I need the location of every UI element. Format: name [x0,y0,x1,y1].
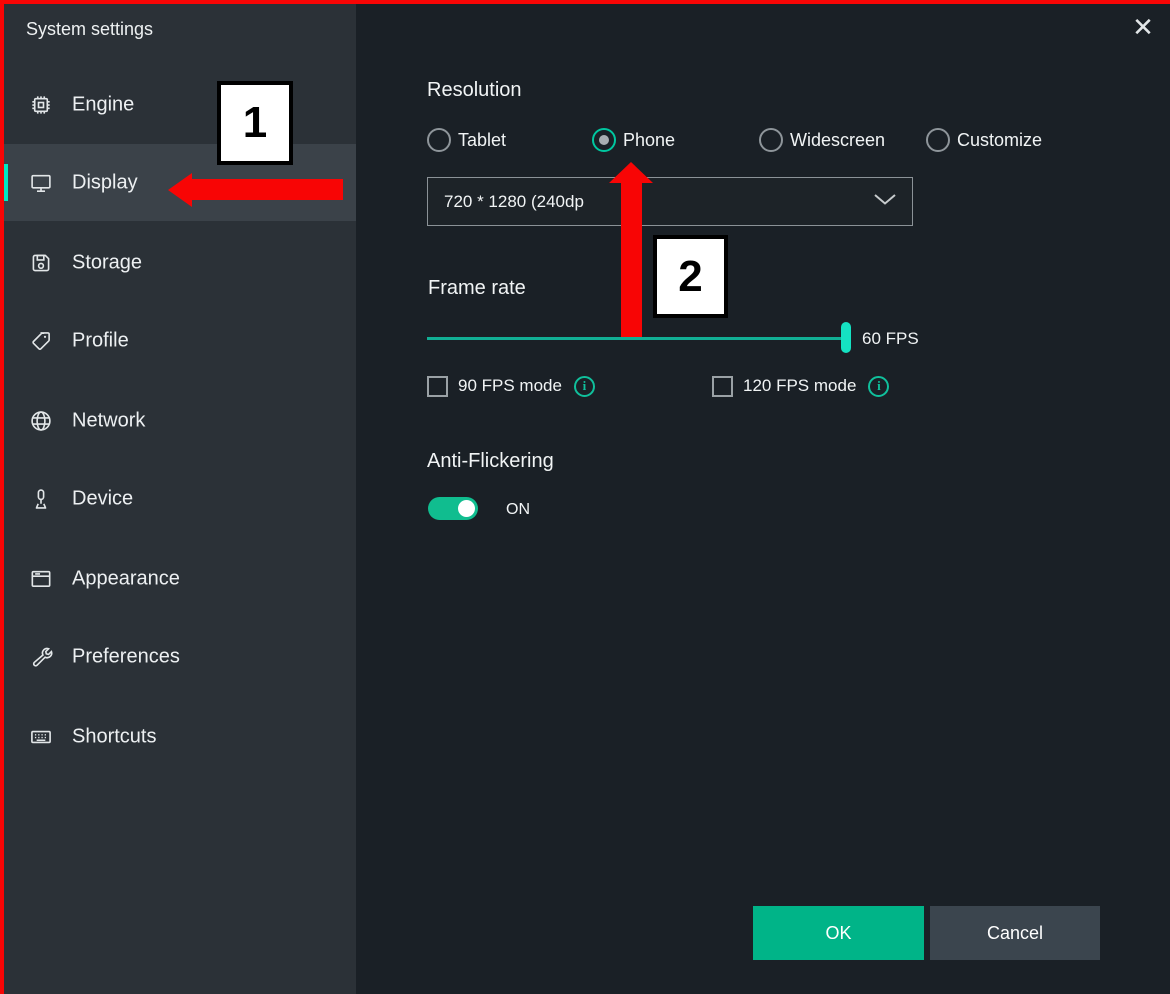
sidebar-item-label: Appearance [72,567,180,590]
radio-circle [427,128,451,152]
keyboard-icon [28,724,54,750]
anti-flickering-state: ON [506,501,530,519]
fps-120-row: 120 FPS mode i [712,375,889,397]
monitor-icon [28,170,54,196]
sidebar-item-label: Shortcuts [72,725,156,748]
fps-90-label: 90 FPS mode [458,376,562,396]
sidebar-item-appearance[interactable]: Appearance [0,540,356,617]
tag-icon [28,328,54,354]
window-icon [28,566,54,592]
sidebar-item-label: Device [72,487,133,510]
radio-option-customize[interactable]: Customize [926,127,1042,153]
sidebar-item-network[interactable]: Network [0,382,356,459]
resolution-dropdown-value: 720 * 1280 (240dp [444,192,584,212]
floppy-icon [28,250,54,276]
info-icon[interactable]: i [868,376,889,397]
annotation-arrow-2-head [609,162,653,183]
sidebar-item-storage[interactable]: Storage [0,224,356,301]
anti-flickering-section-label: Anti-Flickering [427,450,554,473]
fps-120-checkbox[interactable] [712,376,733,397]
radio-label: Customize [957,130,1042,151]
sidebar-title: System settings [26,19,153,40]
radio-option-widescreen[interactable]: Widescreen [759,127,885,153]
sidebar-item-shortcuts[interactable]: Shortcuts [0,698,356,775]
microphone-icon [28,486,54,512]
fps-90-checkbox[interactable] [427,376,448,397]
sidebar-item-profile[interactable]: Profile [0,302,356,379]
sidebar-item-label: Storage [72,251,142,274]
radio-circle [759,128,783,152]
radio-option-tablet[interactable]: Tablet [427,127,506,153]
annotation-arrow-1-shaft [191,179,343,200]
toggle-knob [458,500,475,517]
annotation-step-2-box: 2 [653,235,728,318]
sidebar-item-label: Profile [72,329,129,352]
cancel-button[interactable]: Cancel [930,906,1100,960]
fps-120-label: 120 FPS mode [743,376,856,396]
radio-circle [926,128,950,152]
annotation-arrow-1-head [168,173,192,207]
frame-rate-section-label: Frame rate [428,277,526,300]
annotation-border-top [0,0,1170,4]
settings-sidebar: System settings Engine Display [0,0,356,994]
sidebar-item-label: Display [72,171,138,194]
annotation-arrow-2-shaft [621,182,642,337]
resolution-dropdown[interactable]: 720 * 1280 (240dp [427,177,913,226]
globe-icon [28,408,54,434]
ok-button[interactable]: OK [753,906,924,960]
annotation-step-1-box: 1 [217,81,293,165]
sidebar-item-label: Preferences [72,645,180,668]
fps-90-row: 90 FPS mode i [427,375,595,397]
wrench-icon [28,644,54,670]
annotation-border-left [0,0,4,994]
info-icon[interactable]: i [574,376,595,397]
frame-rate-value: 60 FPS [862,329,919,349]
display-settings-panel: ✕ Resolution Tablet Phone Widescreen Cus… [356,0,1170,994]
anti-flickering-toggle[interactable] [428,497,478,520]
sidebar-item-engine[interactable]: Engine [0,66,356,143]
frame-rate-slider-track[interactable] [427,337,841,340]
close-button[interactable]: ✕ [1124,8,1162,46]
radio-label: Phone [623,130,675,151]
sidebar-item-label: Engine [72,93,134,116]
sidebar-item-device[interactable]: Device [0,460,356,537]
radio-label: Tablet [458,130,506,151]
radio-circle [592,128,616,152]
sidebar-item-label: Network [72,409,145,432]
frame-rate-slider-handle[interactable] [841,322,851,353]
radio-label: Widescreen [790,130,885,151]
resolution-section-label: Resolution [427,79,522,102]
chevron-down-icon [872,192,898,211]
sidebar-item-preferences[interactable]: Preferences [0,618,356,695]
radio-option-phone[interactable]: Phone [592,127,675,153]
close-icon: ✕ [1132,14,1154,40]
cpu-icon [28,92,54,118]
